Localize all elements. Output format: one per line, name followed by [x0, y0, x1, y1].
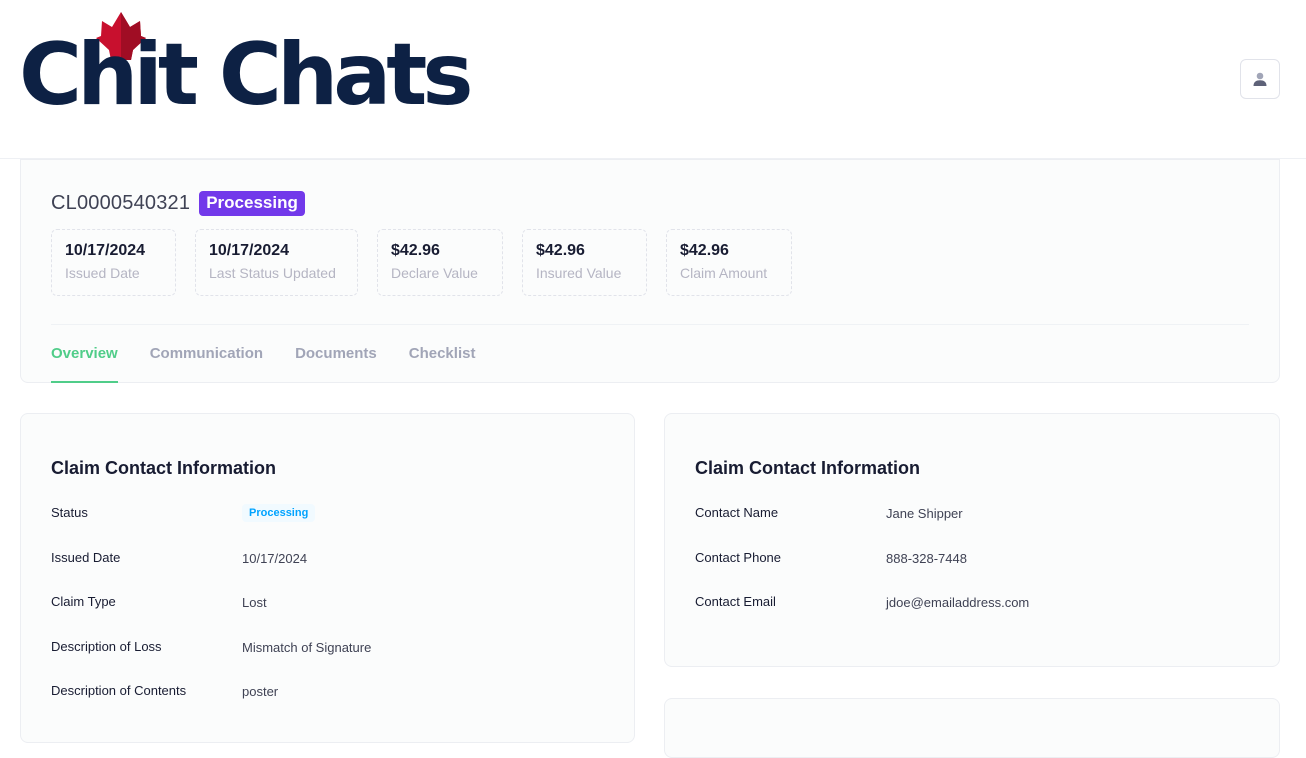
detail-row-claim-type: Claim Type Lost — [51, 594, 267, 610]
additional-info-card — [664, 698, 1280, 758]
contact-row-phone: Contact Phone 888-328-7448 — [695, 550, 967, 566]
contact-key: Contact Email — [695, 594, 776, 609]
tab-communication[interactable]: Communication — [150, 344, 263, 383]
chit-chats-logo[interactable]: Chit Chats — [19, 12, 474, 122]
stat-label: Declare Value — [391, 265, 478, 281]
stat-value: $42.96 — [536, 242, 585, 259]
contact-row-name: Contact Name Jane Shipper — [695, 505, 963, 521]
claim-details-card: Claim Contact Information Status Process… — [20, 413, 635, 743]
stat-value: $42.96 — [680, 242, 729, 259]
claim-tabs: Overview Communication Documents Checkli… — [51, 344, 475, 383]
stat-label: Last Status Updated — [209, 265, 336, 281]
detail-row-status: Status Processing — [51, 504, 316, 522]
user-menu-button[interactable] — [1240, 59, 1280, 99]
tab-documents[interactable]: Documents — [295, 344, 377, 383]
user-icon — [1253, 72, 1267, 86]
top-header: Chit Chats — [0, 0, 1306, 159]
status-badge-light: Processing — [242, 504, 316, 522]
tab-overview[interactable]: Overview — [51, 344, 118, 383]
detail-value: Mismatch of Signature — [242, 640, 372, 655]
stat-value: $42.96 — [391, 242, 440, 259]
stat-value: 10/17/2024 — [65, 242, 146, 259]
contact-key: Contact Phone — [695, 550, 782, 565]
stat-label: Issued Date — [65, 265, 140, 281]
claim-id: CL0000540321 — [51, 192, 191, 214]
tab-checklist[interactable]: Checklist — [409, 344, 476, 383]
detail-value: Lost — [242, 595, 267, 610]
detail-value: poster — [242, 684, 279, 699]
detail-key: Description of Loss — [51, 639, 162, 654]
stat-issued-date: 10/17/2024 Issued Date — [51, 229, 176, 296]
detail-row-description-of-contents: Description of Contents poster — [51, 683, 278, 699]
status-badge: Processing — [199, 191, 305, 216]
card-title: Claim Contact Information — [51, 458, 277, 478]
contact-value: 888-328-7448 — [886, 551, 967, 566]
detail-key: Issued Date — [51, 550, 121, 565]
stat-label: Claim Amount — [680, 265, 768, 281]
contact-info-card: Claim Contact Information Contact Name J… — [664, 413, 1280, 667]
contact-value: Jane Shipper — [886, 506, 963, 521]
detail-key: Description of Contents — [51, 683, 187, 698]
detail-key: Status — [51, 505, 88, 520]
stat-insured-value: $42.96 Insured Value — [522, 229, 647, 296]
divider — [51, 324, 1249, 325]
detail-value: 10/17/2024 — [242, 551, 308, 566]
stat-label: Insured Value — [536, 265, 622, 281]
stat-value: 10/17/2024 — [209, 242, 290, 259]
logo-wordmark: Chit Chats — [19, 25, 474, 125]
claim-summary-card: CL0000540321 Processing 10/17/2024 Issue… — [20, 159, 1280, 383]
contact-key: Contact Name — [695, 505, 779, 520]
stat-declare-value: $42.96 Declare Value — [377, 229, 503, 296]
claim-header: CL0000540321 Processing — [51, 191, 305, 216]
card-title: Claim Contact Information — [695, 458, 921, 478]
stat-last-status-updated: 10/17/2024 Last Status Updated — [195, 229, 358, 296]
detail-row-description-of-loss: Description of Loss Mismatch of Signatur… — [51, 639, 371, 655]
stat-claim-amount: $42.96 Claim Amount — [666, 229, 792, 296]
detail-key: Claim Type — [51, 594, 116, 609]
detail-row-issued-date: Issued Date 10/17/2024 — [51, 550, 307, 566]
contact-row-email: Contact Email jdoe@emailaddress.com — [695, 594, 1029, 610]
contact-value: jdoe@emailaddress.com — [886, 595, 1030, 610]
